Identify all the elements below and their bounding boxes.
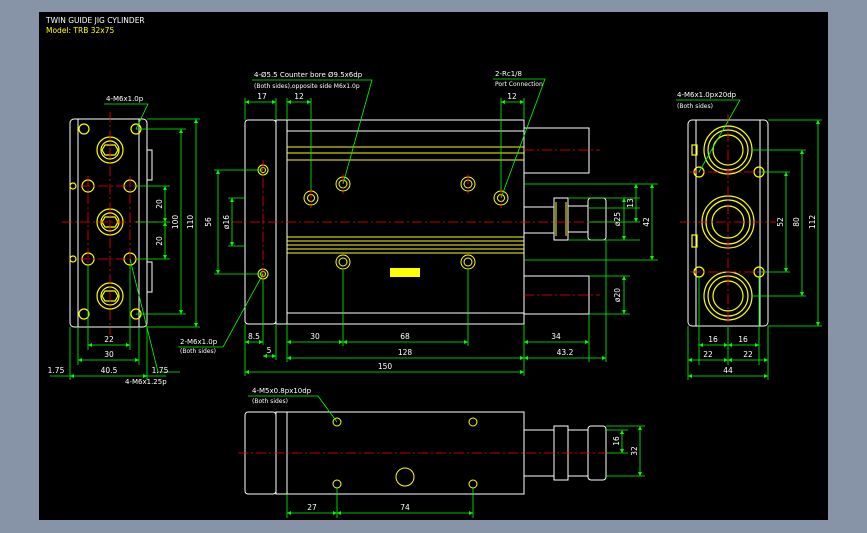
title-block: TWIN GUIDE JIG CYLINDER Model: TRB 32x75 (45, 16, 145, 35)
dim-43-2: 43.2 (557, 348, 574, 357)
piston-rod (523, 206, 555, 234)
note-left-top-thread: 4-M6x1.0p (106, 95, 144, 103)
bottom-view: 27 74 16 32 4-M5x0.8px10dp (Both sides) (238, 387, 645, 518)
dim-phi25: ø25 (613, 212, 622, 226)
dim-left-20a: 20 (155, 199, 164, 209)
dim-5: 5 (267, 346, 272, 355)
note-side-thread-2: (Both sides) (180, 348, 216, 355)
dim-150: 150 (378, 362, 393, 371)
dim-left-22: 22 (104, 335, 114, 344)
note-counterbore: 4-Ø5.5 Counter bore Ø9.5x6dp (254, 71, 363, 79)
dim-phi16: ø16 (222, 215, 231, 229)
note-counterbore-2: (Both sides),opposite side M6x1.0p (254, 83, 360, 90)
dim-right-16b: 16 (738, 335, 748, 344)
dim-left-100: 100 (171, 215, 180, 230)
note-bottom-thread: 4-M5x0.8px10dp (252, 387, 312, 395)
dim-56: 56 (204, 217, 213, 227)
dim-13: 13 (626, 198, 635, 208)
dim-left-110: 110 (186, 215, 195, 230)
dim-128: 128 (398, 348, 413, 357)
note-left-bottom-thread: 4-M6x1.25p (125, 378, 167, 386)
dim-34: 34 (551, 332, 561, 341)
dim-right-16a: 16 (708, 335, 718, 344)
dim-27: 27 (307, 503, 317, 512)
dim-42: 42 (642, 217, 651, 227)
dim-68: 68 (400, 332, 410, 341)
dim-right-52: 52 (776, 217, 785, 227)
dim-left-1-75a: 1.75 (48, 366, 65, 375)
dim-left-1-75b: 1.75 (152, 366, 169, 375)
label-plate (390, 268, 420, 277)
front-view: 17 12 12 56 ø16 8.5 5 30 68 128 150 34 4… (178, 70, 658, 376)
cad-drawing: TWIN GUIDE JIG CYLINDER Model: TRB 32x75 (45, 16, 822, 518)
dim-bottom-16: 16 (612, 436, 621, 446)
dim-right-44: 44 (723, 366, 733, 375)
dim-30: 30 (310, 332, 320, 341)
title-line-2: Model: TRB 32x75 (46, 26, 115, 35)
dim-12b: 12 (507, 92, 517, 101)
left-end-view: 22 30 40.5 1.75 1.75 20 20 100 110 4-M6x… (48, 95, 200, 386)
note-port-2: Port Connection (495, 81, 543, 88)
dim-right-22b: 22 (743, 350, 753, 359)
dim-right-80: 80 (792, 217, 801, 227)
dim-17: 17 (257, 92, 267, 101)
dim-8-5: 8.5 (248, 332, 260, 341)
note-port: 2-Rc1/8 (495, 70, 522, 78)
note-side-thread: 2-M6x1.0p (180, 338, 218, 346)
title-line-1: TWIN GUIDE JIG CYLINDER (45, 16, 145, 25)
dim-left-20b: 20 (155, 236, 164, 246)
note-right-thread: 4-M6x1.0px20dp (677, 91, 737, 99)
dim-left-30: 30 (104, 350, 114, 359)
dim-12a: 12 (294, 92, 304, 101)
dim-right-112: 112 (808, 215, 817, 230)
note-right-thread-2: (Both sides) (677, 103, 713, 110)
dim-left-40-5: 40.5 (101, 366, 118, 375)
dim-right-22a: 22 (703, 350, 713, 359)
right-end-view: 16 16 22 22 44 52 80 112 4-M6x1.0px20dp … (676, 91, 822, 380)
left-end-outline (69, 118, 148, 328)
note-bottom-thread-2: (Both sides) (252, 398, 288, 405)
dim-74: 74 (400, 503, 410, 512)
upper-guide-rod (523, 127, 590, 174)
dim-bottom-32: 32 (630, 446, 639, 456)
dim-phi20: ø20 (613, 288, 622, 302)
